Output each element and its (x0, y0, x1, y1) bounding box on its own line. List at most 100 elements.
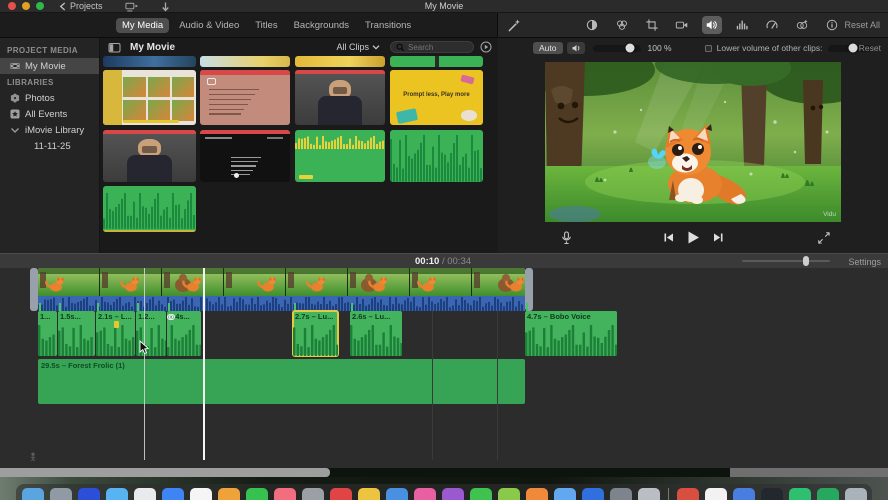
dock-icon-music[interactable] (273, 488, 296, 500)
dock-icon-safari[interactable] (105, 488, 128, 500)
media-thumbnail-audio-yellowtop[interactable] (295, 130, 385, 182)
media-thumbnail-audio[interactable] (390, 130, 483, 182)
crop-icon[interactable] (642, 16, 662, 34)
audio-clip[interactable]: 1... (38, 311, 57, 356)
sidebar-item-11-11-25[interactable]: 11-11-25 (0, 138, 99, 154)
media-thumbnail-webcam[interactable] (295, 70, 385, 125)
horizontal-scrollbar-thumb[interactable] (0, 468, 330, 477)
audio-clip[interactable]: 1.4s... (167, 311, 201, 356)
dock-icon-notes[interactable] (301, 488, 324, 500)
dock-icon-numbers[interactable] (469, 488, 492, 500)
dock-icon-tv[interactable] (329, 488, 352, 500)
media-thumbnail-sliver-green[interactable] (390, 56, 483, 67)
dock-icon-meet[interactable] (816, 488, 839, 500)
dock-icon-browser2[interactable] (676, 488, 699, 500)
enhance-wand-icon[interactable] (507, 18, 521, 32)
media-thumbnail-webcam[interactable] (103, 130, 196, 182)
close-window-button[interactable] (8, 2, 16, 10)
dock-icon-folder[interactable] (217, 488, 240, 500)
fullscreen-icon[interactable] (818, 231, 830, 244)
dock-icon-facetime[interactable] (245, 488, 268, 500)
lower-volume-checkbox[interactable] (704, 44, 712, 52)
dock-icon-appstore[interactable] (385, 488, 408, 500)
sidebar-item-all-events[interactable]: All Events (0, 106, 99, 122)
import-media-icon[interactable] (124, 0, 138, 13)
dock-icon-excel[interactable] (497, 488, 520, 500)
auto-volume-button[interactable]: Auto (533, 42, 563, 54)
dock-icon-settings[interactable] (609, 488, 632, 500)
sidebar-item-photos[interactable]: Photos (0, 90, 99, 106)
audio-clip[interactable]: 4.7s – Bobo Voice (525, 311, 617, 356)
media-thumbnail-document[interactable] (200, 70, 290, 125)
skip-forward-button[interactable] (713, 232, 724, 243)
audio-clip[interactable]: 1.5s... (58, 311, 95, 356)
mute-speaker-icon[interactable] (566, 42, 585, 54)
keyframe-marker-icon[interactable] (113, 321, 119, 328)
dock-icon-files[interactable] (732, 488, 755, 500)
audio-clip-selected[interactable]: 2.7s – Lu... (292, 310, 339, 357)
sidebar-item-imovie-library[interactable]: iMovie Library (0, 122, 99, 138)
dock-icon-teams[interactable] (581, 488, 604, 500)
trim-handle-left[interactable] (30, 268, 38, 311)
projects-back-button[interactable]: Projects (58, 1, 103, 11)
speed-icon[interactable] (762, 16, 782, 34)
voiceover-mic-icon[interactable] (560, 231, 573, 244)
zoom-window-button[interactable] (36, 2, 44, 10)
dock-icon-trash[interactable] (844, 488, 867, 500)
dock-icon-calendar[interactable] (133, 488, 156, 500)
background-music-clip[interactable]: 29.5s – Forest Frolic (1) (38, 359, 525, 404)
dock-icon-word[interactable] (553, 488, 576, 500)
clip-filter-dropdown[interactable]: All Clips (336, 42, 380, 52)
tab-backgrounds[interactable]: Backgrounds (288, 18, 355, 33)
play-button[interactable] (686, 230, 701, 245)
dock-icon-utility[interactable] (760, 488, 783, 500)
stabilization-icon[interactable] (672, 16, 692, 34)
playhead[interactable] (203, 268, 205, 460)
video-clip-filmstrip[interactable] (38, 268, 525, 296)
search-box[interactable] (390, 41, 474, 53)
noise-reduction-icon[interactable] (732, 16, 752, 34)
tab-my-media[interactable]: My Media (116, 17, 170, 33)
dock-icon-messages[interactable] (161, 488, 184, 500)
autoplay-icon[interactable] (480, 41, 492, 53)
fade-handle[interactable] (167, 314, 173, 320)
dock-icon-imovie[interactable] (441, 488, 464, 500)
media-thumbnail-sliver-blue[interactable] (103, 56, 196, 67)
skip-back-button[interactable] (663, 232, 674, 243)
effects-icon[interactable] (792, 16, 812, 34)
media-thumbnail-sliver-yellow[interactable] (295, 56, 385, 67)
volume-slider[interactable] (592, 43, 641, 53)
color-balance-icon[interactable] (582, 16, 602, 34)
dock-icon-mail[interactable] (77, 488, 100, 500)
media-thumbnail-sliver-pale[interactable] (200, 56, 290, 67)
media-thumbnail-screen-grid[interactable] (103, 70, 196, 125)
tab-audio-video[interactable]: Audio & Video (173, 18, 245, 33)
dock-icon-preview[interactable] (704, 488, 727, 500)
color-correction-icon[interactable] (612, 16, 632, 34)
dock-icon-terminal[interactable] (637, 488, 660, 500)
tab-transitions[interactable]: Transitions (359, 18, 417, 33)
sidebar-item-my-movie[interactable]: My Movie (0, 58, 99, 74)
timeline-zoom-slider[interactable] (742, 256, 830, 266)
dock-icon-sheets[interactable] (788, 488, 811, 500)
reset-all-button[interactable]: Reset All (844, 20, 880, 30)
dock-icon-launchpad[interactable] (49, 488, 72, 500)
audio-clip[interactable]: 2.6s – Lu... (350, 311, 402, 356)
timeline-settings-button[interactable]: Settings (848, 257, 881, 267)
dock-icon-powerpoint[interactable] (525, 488, 548, 500)
search-input[interactable] (408, 42, 468, 52)
audio-clip[interactable]: 2.1s – L... (96, 311, 135, 356)
minimize-window-button[interactable] (22, 2, 30, 10)
volume-reset-button[interactable]: Reset (859, 43, 881, 53)
sidebar-toggle-icon[interactable] (108, 41, 121, 54)
media-thumbnail-terminal[interactable] (200, 130, 290, 182)
tab-titles[interactable]: Titles (249, 18, 283, 33)
media-thumbnail-audio-bottombar[interactable] (103, 186, 196, 232)
dock-icon-stickies[interactable] (357, 488, 380, 500)
volume-icon[interactable] (702, 16, 722, 34)
dock-icon-podcasts[interactable] (413, 488, 436, 500)
download-arrow-icon[interactable] (160, 1, 171, 12)
info-icon[interactable] (822, 16, 842, 34)
dock-icon-finder[interactable] (21, 488, 44, 500)
dock-icon-photos[interactable] (189, 488, 212, 500)
